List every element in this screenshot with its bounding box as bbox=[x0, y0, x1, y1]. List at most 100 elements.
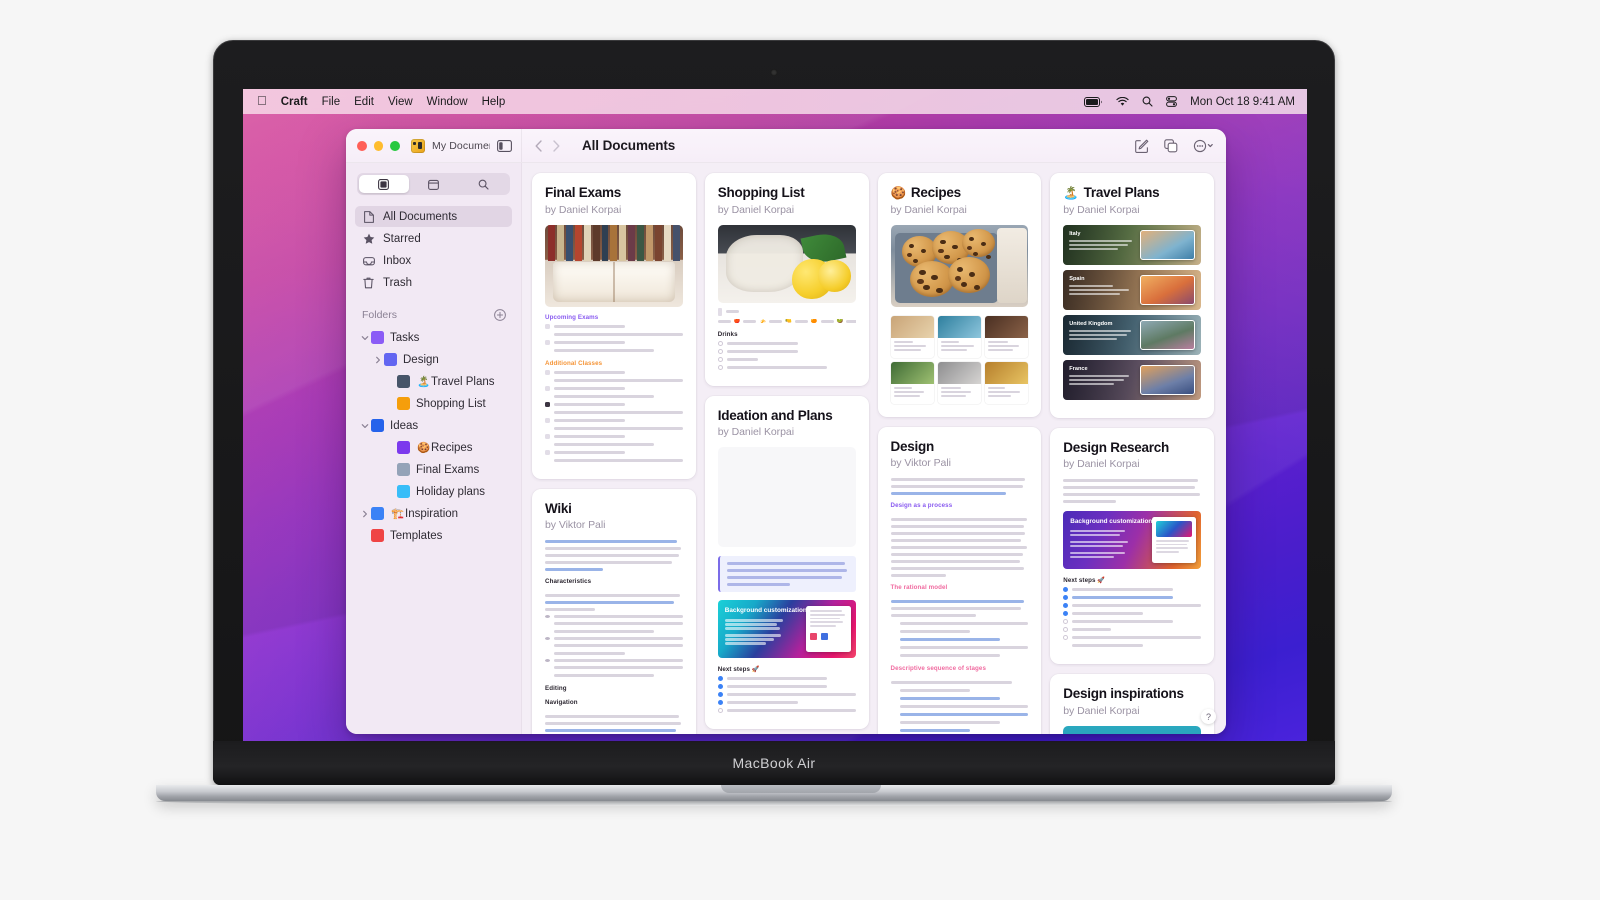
document-space-name[interactable]: My Documen bbox=[432, 140, 490, 152]
recipe-thumbnail[interactable] bbox=[890, 315, 934, 358]
apple-logo-icon[interactable]:  bbox=[257, 94, 267, 107]
folder-item-ideas[interactable]: Ideas bbox=[355, 415, 512, 436]
folder-item-shopping-list[interactable]: Shopping List bbox=[355, 393, 512, 414]
segment-documents[interactable] bbox=[359, 175, 409, 193]
chevron-down-icon[interactable] bbox=[358, 422, 371, 430]
sidebar-item-trash[interactable]: Trash bbox=[355, 272, 512, 293]
card-section-heading: Descriptive sequence of stages bbox=[890, 665, 987, 673]
segment-calendar[interactable] bbox=[409, 175, 459, 193]
recipe-thumbnail[interactable] bbox=[890, 361, 934, 404]
drink-item bbox=[717, 348, 856, 354]
chevron-right-icon[interactable] bbox=[371, 356, 384, 364]
recipe-thumbnail[interactable] bbox=[985, 315, 1029, 358]
sidebar-item-starred[interactable]: Starred bbox=[355, 228, 512, 249]
card-text-row bbox=[545, 385, 683, 391]
card-title-text: Design Research bbox=[1063, 439, 1170, 455]
next-step-item bbox=[1063, 611, 1201, 617]
folder-item-recipes[interactable]: 🍪 Recipes bbox=[355, 437, 512, 458]
next-steps-heading: Next steps 🚀 bbox=[717, 666, 760, 674]
duplicate-icon[interactable] bbox=[1164, 138, 1178, 153]
document-card-travel-plans[interactable]: 🏝️ Travel Plans by Daniel Korpai Italy S… bbox=[1050, 173, 1214, 418]
menu-item-edit[interactable]: Edit bbox=[354, 96, 374, 108]
destination-row-france[interactable]: France bbox=[1063, 359, 1201, 400]
menu-item-view[interactable]: View bbox=[388, 96, 413, 108]
card-text-row bbox=[891, 688, 1029, 693]
destination-row-spain[interactable]: Spain bbox=[1063, 269, 1201, 310]
close-button[interactable] bbox=[357, 140, 367, 151]
chevron-down-icon[interactable] bbox=[358, 334, 371, 342]
cookie-icon: 🍪 bbox=[890, 185, 907, 200]
wifi-icon[interactable] bbox=[1116, 96, 1129, 107]
nav-back-button[interactable] bbox=[534, 139, 543, 153]
document-card-recipes[interactable]: 🍪 Recipes by Daniel Korpai bbox=[877, 173, 1042, 417]
card-hero-image-waves bbox=[717, 447, 856, 548]
nav-forward-button[interactable] bbox=[552, 139, 561, 153]
spotlight-search-icon[interactable] bbox=[1142, 96, 1153, 107]
document-card-final-exams[interactable]: Final Exams by Daniel Korpai Upcoming Ex… bbox=[532, 173, 696, 479]
laptop-screen:  Craft File Edit View Window Help bbox=[243, 89, 1307, 742]
card-section-heading: Editing bbox=[545, 685, 567, 693]
card-text-row bbox=[891, 637, 1029, 642]
laptop-base-shadow bbox=[156, 801, 1392, 806]
folder-item-holiday-plans[interactable]: Holiday plans bbox=[355, 481, 512, 502]
title-bar-main-section: All Documents bbox=[522, 129, 1226, 162]
star-icon bbox=[362, 233, 375, 244]
battery-icon[interactable] bbox=[1084, 96, 1103, 107]
add-circle-icon[interactable] bbox=[494, 309, 506, 321]
folder-item-design[interactable]: Design bbox=[355, 349, 512, 370]
food-emoji: 🍎 bbox=[733, 318, 741, 324]
folder-item-templates[interactable]: Templates bbox=[355, 525, 512, 546]
document-card-design-research[interactable]: Design Research by Daniel Korpai Backgro… bbox=[1050, 427, 1214, 665]
document-card-design-inspirations[interactable]: Design inspirations by Daniel Korpai bbox=[1050, 674, 1214, 734]
recipe-thumbnail[interactable] bbox=[937, 361, 981, 404]
folder-color-icon bbox=[397, 375, 410, 388]
sidebar-item-all-documents[interactable]: All Documents bbox=[355, 206, 512, 227]
folder-item-final-exams[interactable]: Final Exams bbox=[355, 459, 512, 480]
sidebar-item-inbox[interactable]: Inbox bbox=[355, 250, 512, 271]
card-author: by Daniel Korpai bbox=[717, 203, 794, 216]
document-card-wiki[interactable]: Wiki by Viktor Pali Characteristics Edit… bbox=[532, 488, 696, 734]
recipe-thumbnail[interactable] bbox=[937, 315, 981, 358]
menu-item-craft[interactable]: Craft bbox=[281, 96, 308, 108]
zoom-button[interactable] bbox=[390, 140, 401, 151]
more-options-icon[interactable] bbox=[1193, 139, 1213, 153]
screenshot-scene:  Craft File Edit View Window Help bbox=[0, 0, 1600, 900]
document-card-design[interactable]: Design by Viktor Pali Design as a proces… bbox=[877, 426, 1042, 734]
menu-item-file[interactable]: File bbox=[322, 96, 341, 108]
card-title: Design inspirations bbox=[1063, 686, 1201, 702]
sidebar-toggle-icon[interactable] bbox=[497, 139, 512, 152]
food-section bbox=[717, 307, 856, 316]
destination-row-united-kingdom[interactable]: United Kingdom bbox=[1063, 314, 1201, 355]
card-text-row bbox=[891, 704, 1029, 709]
documents-canvas[interactable]: Final Exams by Daniel Korpai Upcoming Ex… bbox=[522, 163, 1226, 734]
segment-search[interactable] bbox=[458, 175, 508, 193]
card-text-row bbox=[545, 643, 683, 648]
card-body-text bbox=[545, 715, 683, 734]
document-card-ideation-and-plans[interactable]: Ideation and Plans by Daniel Korpai Back… bbox=[704, 395, 869, 730]
help-button[interactable]: ? bbox=[1201, 709, 1216, 724]
recipe-thumbnail-grid bbox=[890, 315, 1029, 404]
document-card-shopping-list[interactable]: Shopping List by Daniel Korpai 🍎 🍌 🍋 🍊 🥝… bbox=[704, 173, 869, 386]
card-text-row bbox=[545, 665, 683, 670]
destination-row-italy[interactable]: Italy bbox=[1063, 224, 1201, 265]
menu-bar-clock[interactable]: Mon Oct 18 9:41 AM bbox=[1190, 96, 1295, 108]
folder-color-icon bbox=[397, 397, 410, 410]
compose-icon[interactable] bbox=[1135, 139, 1149, 153]
folder-item-inspiration[interactable]: 🏗️ Inspiration bbox=[355, 503, 512, 524]
menu-item-help[interactable]: Help bbox=[482, 96, 506, 108]
food-emoji: 🍊 bbox=[810, 318, 818, 324]
control-center-icon[interactable] bbox=[1166, 96, 1178, 107]
card-title: Shopping List bbox=[718, 185, 856, 201]
grid-column-4: 🏝️ Travel Plans by Daniel Korpai Italy S… bbox=[1050, 173, 1214, 734]
minimize-button[interactable] bbox=[373, 140, 384, 151]
folder-item-tasks[interactable]: Tasks bbox=[355, 327, 512, 348]
recipe-thumbnail[interactable] bbox=[985, 361, 1029, 404]
teal-water-artwork bbox=[1063, 725, 1201, 734]
folder-color-icon bbox=[371, 529, 384, 542]
next-step-item bbox=[1063, 619, 1201, 625]
next-steps-heading: Next steps 🚀 bbox=[1063, 577, 1106, 585]
food-label bbox=[725, 310, 739, 314]
folder-item-travel-plans[interactable]: 🏝️ Travel Plans bbox=[355, 371, 512, 392]
menu-item-window[interactable]: Window bbox=[427, 96, 468, 108]
chevron-right-icon[interactable] bbox=[358, 510, 371, 518]
